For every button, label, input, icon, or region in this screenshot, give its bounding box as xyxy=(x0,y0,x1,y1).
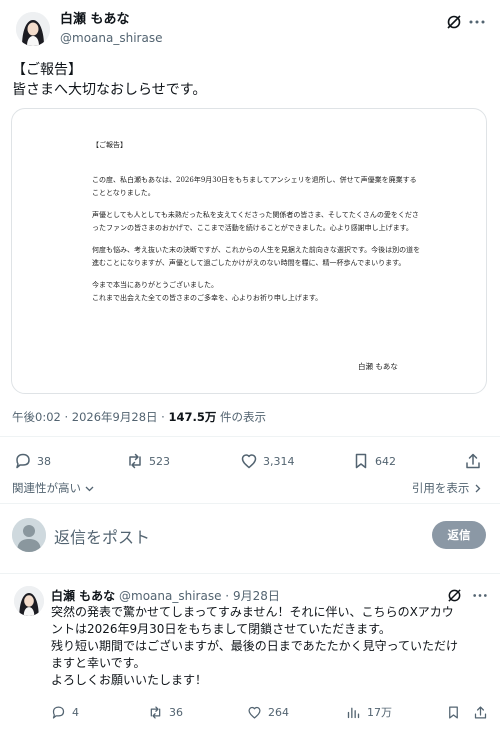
reply-text: 突然の発表で驚かせてしまってすみません！それに伴い、こちらのXアカウ ントは20… xyxy=(51,604,483,689)
reply-icon xyxy=(16,453,30,469)
repost-icon xyxy=(150,705,161,719)
reply-display-name[interactable]: 白瀬 もあな xyxy=(51,589,115,603)
more-icon[interactable] xyxy=(472,588,488,603)
reply-separator: · xyxy=(221,589,233,603)
doc-paragraph: この度、私白瀬もあなは、2026年9月30日をもちましてアンシェリを退所し、併せ… xyxy=(92,176,417,197)
reply-views-button[interactable]: 17万 xyxy=(346,702,392,722)
views-count: 17万 xyxy=(367,706,392,719)
user-block[interactable]: 白瀬 もあな @moana_shirase xyxy=(60,11,162,47)
like-icon xyxy=(241,454,257,469)
views-icon xyxy=(347,707,360,718)
doc-paragraph: 何度も悩み、考え抜いた末の決断ですが、これからの人生を見据えた前向きな選択です。… xyxy=(92,246,421,267)
post-text-line: 【ご報告】 xyxy=(12,62,82,78)
grok-icon[interactable] xyxy=(447,588,462,603)
post-header: 白瀬 もあな @moana_shirase xyxy=(12,10,488,50)
reply-bookmark-button[interactable] xyxy=(446,702,461,722)
like-button[interactable]: 3,314 xyxy=(240,446,295,476)
repost-button[interactable]: 523 xyxy=(126,446,170,476)
bookmark-button[interactable]: 642 xyxy=(352,446,396,476)
post-timestamp[interactable]: 午後0:02 · 2026年9月28日 · xyxy=(12,410,168,424)
reply-reply-button[interactable]: 4 xyxy=(51,702,79,722)
doc-signature: 白瀬 もあな xyxy=(358,362,398,371)
reply-text-line: 残り短い期間ではございますが、最後の日まであたたかく見守っていただけ xyxy=(51,639,459,653)
view-count: 147.5万 xyxy=(168,410,217,424)
reply-text-line: ますと幸いです。 xyxy=(51,656,146,670)
avatar[interactable] xyxy=(14,586,44,616)
sort-dropdown[interactable]: 関連性が高い xyxy=(12,480,94,496)
action-bar: 38 523 3,314 642 xyxy=(12,446,488,476)
share-button[interactable] xyxy=(464,446,482,476)
repost-count: 36 xyxy=(169,705,183,719)
reply-header: 白瀬 もあな @moana_shirase · 9月28日 xyxy=(51,587,280,604)
like-count: 264 xyxy=(268,705,289,719)
reply-icon xyxy=(52,705,65,719)
more-icon[interactable] xyxy=(468,14,486,30)
reply-text-line: よろしくお願いいたします！ xyxy=(51,673,208,687)
grok-icon[interactable] xyxy=(446,14,462,30)
reply-text-line: 突然の発表で驚かせてしまってすみません！それに伴い、こちらのXアカウ xyxy=(51,605,454,619)
like-icon xyxy=(248,706,261,719)
view-quotes-link[interactable]: 引用を表示 xyxy=(412,480,482,496)
reply-share-button[interactable] xyxy=(473,702,488,722)
post-text-line: 皆さまへ大切なおしらせです。 xyxy=(12,82,207,98)
reply-repost-button[interactable]: 36 xyxy=(148,702,183,722)
bookmark-count: 642 xyxy=(375,454,396,468)
attached-image[interactable]: 【ご報告】 この度、私白瀬もあなは、2026年9月30日をもちましてアンシェリを… xyxy=(11,108,487,394)
chevron-right-icon xyxy=(475,484,481,493)
reply-handle[interactable]: @moana_shirase xyxy=(119,589,221,603)
reply-text-line: ントは2026年9月30日をもちまして閉鎖させていただきます。 xyxy=(51,622,391,636)
divider xyxy=(0,573,500,574)
reply-count: 4 xyxy=(72,705,79,719)
handle[interactable]: @moana_shirase xyxy=(60,29,162,47)
reply-button[interactable]: 38 xyxy=(14,446,51,476)
share-icon xyxy=(474,705,487,719)
announcement-document: 【ご報告】 この度、私白瀬もあなは、2026年9月30日をもちましてアンシェリを… xyxy=(92,139,422,305)
sort-label: 関連性が高い xyxy=(12,481,81,495)
doc-paragraph: 声優としても人としても未熟だった私を支えてくださった関係者の皆さま、そしてたくさ… xyxy=(92,211,419,232)
view-quotes-label: 引用を表示 xyxy=(411,481,470,495)
composer-avatar xyxy=(12,518,46,552)
reply-composer: 返信をポスト 返信 xyxy=(0,510,500,566)
display-name[interactable]: 白瀬 もあな xyxy=(60,11,162,29)
repost-count: 523 xyxy=(149,454,170,468)
avatar[interactable] xyxy=(16,12,50,46)
reply-like-button[interactable]: 264 xyxy=(247,702,289,722)
doc-paragraph: これまで出会えた全ての皆さまのご多幸を、心よりお祈り申し上げます。 xyxy=(92,294,323,302)
chevron-down-icon xyxy=(85,486,94,492)
reply-input[interactable]: 返信をポスト xyxy=(54,524,150,548)
view-label: 件の表示 xyxy=(216,410,267,424)
post-text: 【ご報告】 皆さまへ大切なおしらせです。 xyxy=(12,60,488,100)
reply-action-bar: 4 36 264 17万 xyxy=(51,702,491,722)
share-icon xyxy=(466,453,480,469)
reply-submit-button[interactable]: 返信 xyxy=(432,521,486,549)
repost-icon xyxy=(129,453,141,469)
like-count: 3,314 xyxy=(263,454,295,468)
doc-paragraph: 今まで本当にありがとうございました。 xyxy=(92,281,218,289)
reply-post: 白瀬 もあな @moana_shirase · 9月28日 突然の発表で驚かせて… xyxy=(0,580,500,730)
reply-sort-row: 関連性が高い 引用を表示 xyxy=(12,478,488,498)
reply-count: 38 xyxy=(37,454,51,468)
bookmark-icon xyxy=(355,453,367,469)
post-meta: 午後0:02 · 2026年9月28日 · 147.5万 件の表示 xyxy=(12,409,266,425)
divider xyxy=(0,503,500,504)
divider xyxy=(0,436,500,437)
bookmark-icon xyxy=(449,705,458,719)
doc-heading: 【ご報告】 xyxy=(92,141,127,149)
reply-date[interactable]: 9月28日 xyxy=(233,589,280,603)
